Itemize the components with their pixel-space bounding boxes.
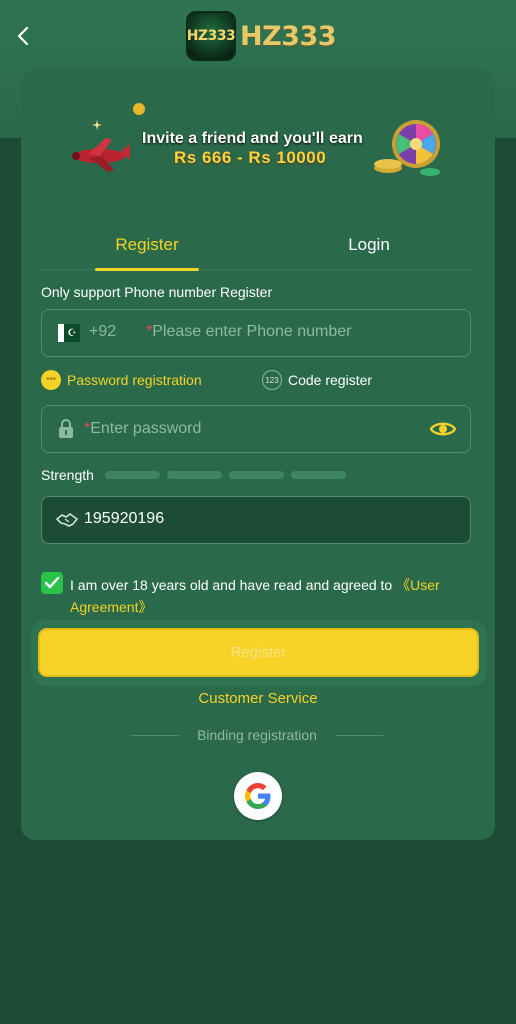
strength-bar — [105, 471, 160, 479]
coin-icon — [133, 103, 145, 115]
checkmark-icon — [44, 576, 60, 589]
chevron-left-icon — [17, 26, 29, 46]
tab-login[interactable]: Login — [321, 220, 417, 270]
support-note: Only support Phone number Register — [41, 284, 273, 300]
customer-service-link[interactable]: Customer Service — [0, 690, 516, 707]
invite-code-field[interactable]: 195920196 — [41, 496, 471, 544]
header: HZ333 HZ333 — [0, 0, 516, 72]
phone-field[interactable]: ☪ +92 *Please enter Phone number — [41, 309, 471, 357]
banner-amount: Rs 666 - Rs 10000 — [174, 148, 327, 167]
google-login-button[interactable] — [234, 772, 282, 820]
strength-bar — [291, 471, 346, 479]
strength-bar — [229, 471, 284, 479]
mode-code-register[interactable]: 123 Code register — [262, 370, 372, 390]
sparkle-icon — [92, 120, 102, 130]
airplane-icon — [72, 138, 130, 172]
tab-register[interactable]: Register — [95, 220, 199, 271]
strength-bar — [167, 471, 222, 479]
agreement: I am over 18 years old and have read and… — [41, 570, 471, 618]
back-button[interactable] — [10, 22, 36, 50]
prize-wheel-icon — [374, 120, 440, 176]
binding-label: Binding registration — [197, 727, 317, 743]
invite-banner[interactable]: Invite a friend and you'll earn Rs 666 -… — [62, 98, 454, 186]
phone-placeholder: Please enter Phone number — [152, 323, 352, 340]
agreement-text: I am over 18 years old and have read and… — [70, 574, 470, 618]
google-icon — [245, 783, 271, 809]
password-strength: Strength — [41, 466, 361, 484]
password-placeholder: Enter password — [90, 420, 202, 437]
logo-text: HZ333 — [240, 20, 337, 52]
banner-headline: Invite a friend and you'll earn — [142, 130, 363, 147]
password-field[interactable]: *Enter password — [41, 405, 471, 453]
register-button[interactable]: Register — [38, 628, 479, 677]
binding-registration-divider: Binding registration — [131, 725, 383, 745]
code-mode-icon: 123 — [262, 370, 282, 390]
pakistan-flag-icon[interactable]: ☪ — [58, 324, 80, 342]
tab-register-label: Register — [115, 235, 179, 254]
lock-icon — [59, 419, 73, 438]
mode-password-label: Password registration — [67, 372, 202, 388]
invite-code-input[interactable]: 195920196 — [84, 510, 164, 528]
registration-mode-selector: *** Password registration 123 Code regis… — [41, 370, 471, 392]
country-code[interactable]: +92 — [89, 323, 116, 341]
logo-badge: HZ333 — [186, 11, 236, 61]
agreement-checkbox[interactable] — [41, 572, 63, 594]
agreement-statement: I am over 18 years old and have read and… — [70, 577, 397, 593]
password-mode-icon: *** — [41, 370, 61, 390]
strength-label: Strength — [41, 467, 94, 483]
divider-line — [334, 734, 383, 736]
tab-active-indicator — [95, 268, 199, 271]
auth-tabs: Register Login — [41, 220, 475, 271]
mode-password-registration[interactable]: *** Password registration — [41, 370, 202, 390]
tab-login-label: Login — [348, 235, 390, 254]
divider-line — [131, 734, 179, 736]
eye-icon[interactable] — [430, 419, 456, 439]
app-logo: HZ333 HZ333 — [186, 11, 337, 61]
handshake-icon — [56, 513, 78, 527]
mode-code-label: Code register — [288, 372, 373, 388]
phone-input[interactable]: *Please enter Phone number — [146, 323, 351, 341]
password-input[interactable]: *Enter password — [84, 420, 201, 438]
